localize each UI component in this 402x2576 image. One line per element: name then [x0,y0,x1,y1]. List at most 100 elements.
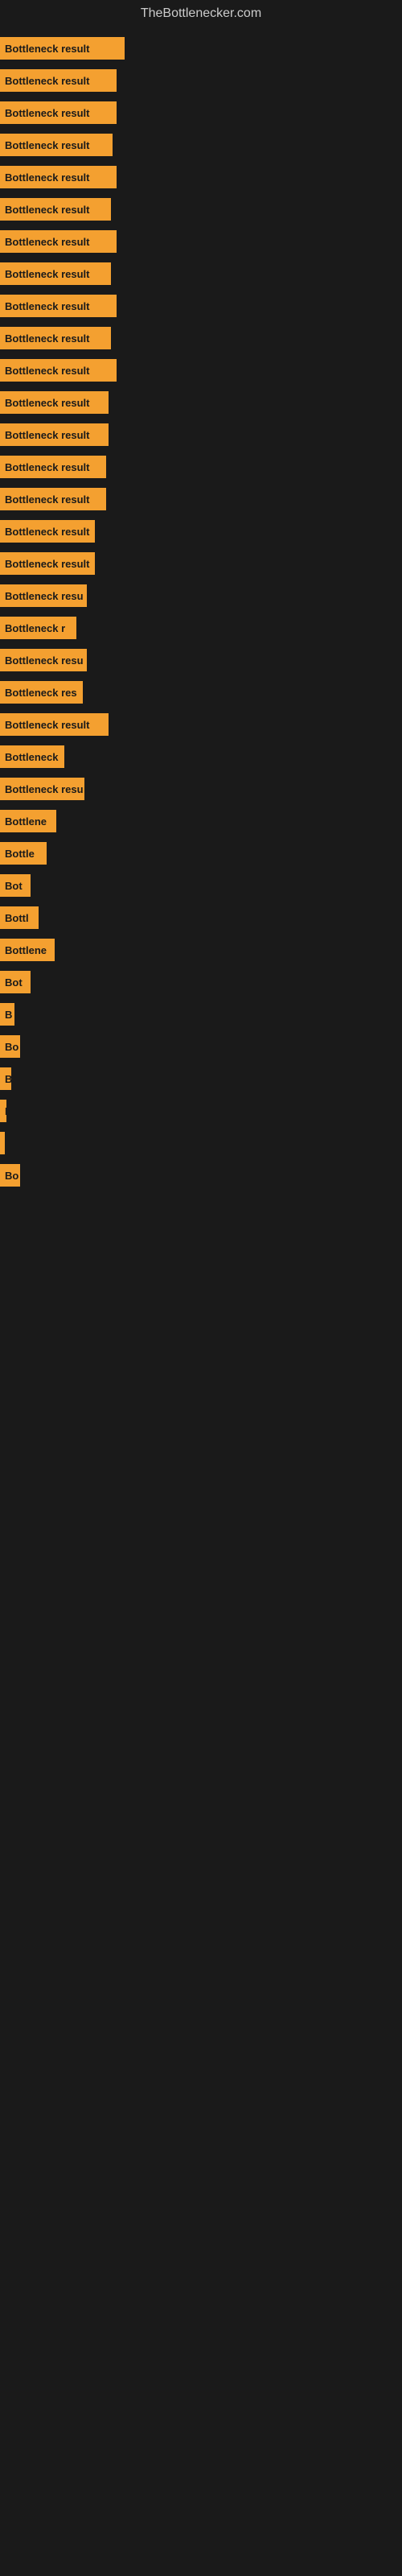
bar-label-27: Bottl [5,912,29,924]
bar-6: Bottleneck result [0,230,117,253]
bar-label-31: Bo [5,1041,18,1053]
bar-row: Bottleneck result [0,293,402,319]
bar-row: Bottleneck resu [0,776,402,802]
bar-31: Bo [0,1035,20,1058]
bar-30: B [0,1003,14,1026]
bar-3: Bottleneck result [0,134,113,156]
bar-row: Bottleneck result [0,422,402,448]
bar-row: B [0,1001,402,1027]
bar-19: Bottleneck resu [0,649,87,671]
bar-label-23: Bottleneck resu [5,783,84,795]
bar-label-5: Bottleneck result [5,204,89,216]
bar-21: Bottleneck result [0,713,109,736]
bar-row: Bottleneck result [0,261,402,287]
bar-1: Bottleneck result [0,69,117,92]
bar-row: Bottl [0,905,402,931]
bar-row: I [0,1098,402,1124]
bar-label-0: Bottleneck result [5,43,89,55]
bar-row: Bottleneck result [0,357,402,383]
bar-label-7: Bottleneck result [5,268,89,280]
bar-label-30: B [5,1009,12,1021]
bar-row: Bottleneck result [0,35,402,61]
bar-row: Bottleneck result [0,229,402,254]
bar-17: Bottleneck resu [0,584,87,607]
bar-row: Bottleneck result [0,486,402,512]
bar-16: Bottleneck result [0,552,95,575]
bar-row: Bottleneck result [0,325,402,351]
bar-23: Bottleneck resu [0,778,84,800]
bar-row: Bottleneck resu [0,583,402,609]
bar-label-22: Bottleneck [5,751,58,763]
bar-row: Bo [0,1162,402,1188]
bar-label-35: Bo [5,1170,18,1182]
bar-label-19: Bottleneck resu [5,654,84,667]
bar-22: Bottleneck [0,745,64,768]
bar-row: Bottleneck r [0,615,402,641]
bar-10: Bottleneck result [0,359,117,382]
bar-25: Bottle [0,842,47,865]
bar-24: Bottlene [0,810,56,832]
bar-9: Bottleneck result [0,327,111,349]
bar-row: Bottleneck result [0,390,402,415]
bar-row: Bottleneck result [0,454,402,480]
bar-15: Bottleneck result [0,520,95,543]
bar-8: Bottleneck result [0,295,117,317]
bar-row: Bottleneck result [0,100,402,126]
bar-row: Bottleneck result [0,712,402,737]
bar-label-8: Bottleneck result [5,300,89,312]
bar-label-20: Bottleneck res [5,687,77,699]
bar-13: Bottleneck result [0,456,106,478]
bar-row: Bottleneck result [0,68,402,93]
bar-label-29: Bot [5,976,23,989]
bar-row: Bottlene [0,808,402,834]
bar-label-18: Bottleneck r [5,622,65,634]
bar-label-14: Bottleneck result [5,493,89,506]
bar-11: Bottleneck result [0,391,109,414]
bar-label-24: Bottlene [5,815,47,828]
bar-33: I [0,1100,6,1122]
bar-label-33: I [5,1105,6,1117]
bar-row: Bottleneck result [0,196,402,222]
bar-label-9: Bottleneck result [5,332,89,345]
bar-20: Bottleneck res [0,681,83,704]
bar-18: Bottleneck r [0,617,76,639]
bar-label-13: Bottleneck result [5,461,89,473]
bar-4: Bottleneck result [0,166,117,188]
bar-label-10: Bottleneck result [5,365,89,377]
bar-label-26: Bot [5,880,23,892]
bar-row: I [0,1130,402,1156]
bar-label-21: Bottleneck result [5,719,89,731]
bar-row: Bottleneck result [0,518,402,544]
bar-label-32: B [5,1073,11,1085]
bar-row: Bo [0,1034,402,1059]
bars-container: Bottleneck result Bottleneck result Bottle… [0,27,402,1203]
site-title: TheBottlenecker.com [0,0,402,27]
bar-row: B [0,1066,402,1092]
bar-34: I [0,1132,5,1154]
bar-26: Bot [0,874,31,897]
bar-row: Bottleneck res [0,679,402,705]
bar-row: Bottleneck resu [0,647,402,673]
bar-label-3: Bottleneck result [5,139,89,151]
bar-label-17: Bottleneck resu [5,590,84,602]
bar-row: Bottleneck result [0,164,402,190]
bar-row: Bot [0,969,402,995]
bar-row: Bottlene [0,937,402,963]
bar-label-1: Bottleneck result [5,75,89,87]
bar-row: Bot [0,873,402,898]
bar-12: Bottleneck result [0,423,109,446]
bar-label-25: Bottle [5,848,35,860]
bar-0: Bottleneck result [0,37,125,60]
bar-29: Bot [0,971,31,993]
bar-label-16: Bottleneck result [5,558,89,570]
bar-label-15: Bottleneck result [5,526,89,538]
bar-5: Bottleneck result [0,198,111,221]
bar-row: Bottleneck result [0,551,402,576]
bar-row: Bottle [0,840,402,866]
bar-2: Bottleneck result [0,101,117,124]
bar-label-11: Bottleneck result [5,397,89,409]
bar-row: Bottleneck [0,744,402,770]
bar-row: Bottleneck result [0,132,402,158]
bar-14: Bottleneck result [0,488,106,510]
bar-27: Bottl [0,906,39,929]
